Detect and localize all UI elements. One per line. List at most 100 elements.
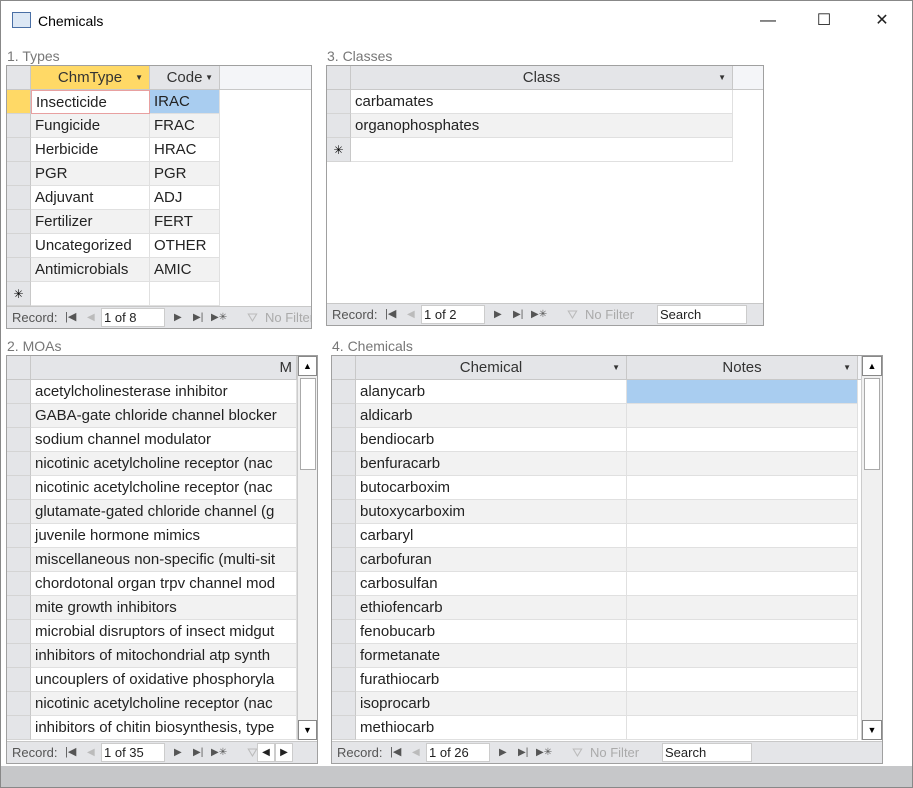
- row-selector[interactable]: [7, 380, 31, 404]
- table-row[interactable]: mite growth inhibitors: [7, 596, 317, 620]
- next-record-icon[interactable]: ▶: [494, 304, 502, 325]
- table-cell[interactable]: Insecticide: [31, 90, 150, 114]
- table-cell[interactable]: Fertilizer: [31, 210, 150, 234]
- classes-datasheet[interactable]: Class ▼ carbamates organophosphates ✳ Record:…: [326, 65, 764, 326]
- first-record-icon[interactable]: |◀: [390, 742, 401, 763]
- new-record-icon[interactable]: ✳: [7, 282, 31, 306]
- new-record-icon[interactable]: ▶✳: [211, 742, 227, 763]
- scroll-thumb[interactable]: [864, 378, 880, 470]
- table-cell[interactable]: ADJ: [150, 186, 220, 210]
- table-cell[interactable]: sodium channel modulator: [31, 428, 297, 452]
- row-selector[interactable]: [332, 404, 356, 428]
- table-cell[interactable]: [627, 620, 858, 644]
- table-row[interactable]: glutamate-gated chloride channel (g: [7, 500, 317, 524]
- table-row[interactable]: aldicarb: [332, 404, 882, 428]
- table-cell[interactable]: furathiocarb: [356, 668, 627, 692]
- table-cell[interactable]: [627, 548, 858, 572]
- table-cell[interactable]: benfuracarb: [356, 452, 627, 476]
- table-cell[interactable]: nicotinic acetylcholine receptor (nac: [31, 476, 297, 500]
- dropdown-arrow-icon[interactable]: ▼: [843, 356, 851, 379]
- table-row[interactable]: acetylcholinesterase inhibitor: [7, 380, 317, 404]
- row-selector[interactable]: [332, 716, 356, 740]
- table-cell[interactable]: HRAC: [150, 138, 220, 162]
- last-record-icon[interactable]: ▶|: [518, 742, 528, 763]
- search-input[interactable]: Search: [657, 305, 747, 324]
- new-record-icon[interactable]: ▶✳: [211, 307, 227, 328]
- row-selector[interactable]: [332, 620, 356, 644]
- table-row[interactable]: Antimicrobials AMIC: [7, 258, 311, 282]
- row-selector[interactable]: [7, 716, 31, 740]
- row-selector[interactable]: [7, 596, 31, 620]
- table-row[interactable]: juvenile hormone mimics: [7, 524, 317, 548]
- table-row[interactable]: sodium channel modulator: [7, 428, 317, 452]
- dropdown-arrow-icon[interactable]: ▼: [135, 66, 143, 89]
- row-selector[interactable]: [7, 404, 31, 428]
- no-filter-button[interactable]: No Filter: [265, 307, 311, 328]
- table-row[interactable]: uncouplers of oxidative phosphoryla: [7, 668, 317, 692]
- new-record-row[interactable]: ✳: [327, 138, 763, 162]
- first-record-icon[interactable]: |◀: [385, 304, 396, 325]
- types-datasheet[interactable]: ChmType ▼ Code ▼ Insecticide IRAC Fungicide FRA…: [6, 65, 312, 329]
- table-row[interactable]: butocarboxim: [332, 476, 882, 500]
- row-selector[interactable]: [327, 114, 351, 138]
- row-selector[interactable]: [332, 644, 356, 668]
- current-record-input[interactable]: 1 of 26: [426, 743, 490, 762]
- table-cell[interactable]: formetanate: [356, 644, 627, 668]
- table-row[interactable]: miscellaneous non-specific (multi-sit: [7, 548, 317, 572]
- new-record-icon[interactable]: ▶✳: [531, 304, 547, 325]
- table-cell[interactable]: GABA-gate chloride channel blocker: [31, 404, 297, 428]
- row-selector[interactable]: [7, 644, 31, 668]
- table-cell[interactable]: fenobucarb: [356, 620, 627, 644]
- current-record-input[interactable]: 1 of 35: [101, 743, 165, 762]
- table-cell[interactable]: [627, 572, 858, 596]
- table-cell[interactable]: [627, 476, 858, 500]
- table-row[interactable]: fenobucarb: [332, 620, 882, 644]
- table-cell[interactable]: carbosulfan: [356, 572, 627, 596]
- row-selector[interactable]: [332, 452, 356, 476]
- column-header[interactable]: Chemical ▼: [356, 356, 627, 380]
- table-row[interactable]: carbofuran: [332, 548, 882, 572]
- column-header[interactable]: Class ▼: [351, 66, 733, 90]
- table-cell[interactable]: [627, 668, 858, 692]
- table-cell[interactable]: [351, 138, 733, 162]
- table-row[interactable]: inhibitors of mitochondrial atp synth: [7, 644, 317, 668]
- row-selector[interactable]: [7, 476, 31, 500]
- row-selector[interactable]: [7, 138, 31, 162]
- table-cell[interactable]: [627, 524, 858, 548]
- row-selector[interactable]: [327, 90, 351, 114]
- table-cell[interactable]: Fungicide: [31, 114, 150, 138]
- last-record-icon[interactable]: ▶|: [193, 742, 203, 763]
- table-row[interactable]: inhibitors of chitin biosynthesis, type: [7, 716, 317, 740]
- row-selector[interactable]: [7, 548, 31, 572]
- row-selector[interactable]: [7, 428, 31, 452]
- row-selector[interactable]: [7, 620, 31, 644]
- row-selector[interactable]: [7, 186, 31, 210]
- table-cell[interactable]: ethiofencarb: [356, 596, 627, 620]
- table-cell[interactable]: [627, 404, 858, 428]
- no-filter-button[interactable]: No Filter: [590, 742, 639, 763]
- table-cell[interactable]: bendiocarb: [356, 428, 627, 452]
- table-row[interactable]: butoxycarboxim: [332, 500, 882, 524]
- row-selector[interactable]: [332, 668, 356, 692]
- row-selector[interactable]: [7, 90, 31, 114]
- table-cell[interactable]: [31, 282, 150, 306]
- table-row[interactable]: nicotinic acetylcholine receptor (nac: [7, 476, 317, 500]
- row-selector[interactable]: [332, 428, 356, 452]
- row-selector[interactable]: [7, 452, 31, 476]
- table-cell[interactable]: FERT: [150, 210, 220, 234]
- select-all-corner[interactable]: [7, 356, 31, 380]
- row-selector[interactable]: [332, 596, 356, 620]
- table-row[interactable]: organophosphates: [327, 114, 763, 138]
- table-row[interactable]: carbosulfan: [332, 572, 882, 596]
- row-selector[interactable]: [7, 234, 31, 258]
- table-cell[interactable]: mite growth inhibitors: [31, 596, 297, 620]
- table-row[interactable]: formetanate: [332, 644, 882, 668]
- next-record-icon[interactable]: ▶: [174, 742, 182, 763]
- scroll-thumb[interactable]: [300, 378, 316, 470]
- table-cell[interactable]: [627, 716, 858, 740]
- table-cell[interactable]: juvenile hormone mimics: [31, 524, 297, 548]
- table-cell[interactable]: microbial disruptors of insect midgut: [31, 620, 297, 644]
- table-cell[interactable]: methiocarb: [356, 716, 627, 740]
- table-row[interactable]: Uncategorized OTHER: [7, 234, 311, 258]
- table-cell[interactable]: Herbicide: [31, 138, 150, 162]
